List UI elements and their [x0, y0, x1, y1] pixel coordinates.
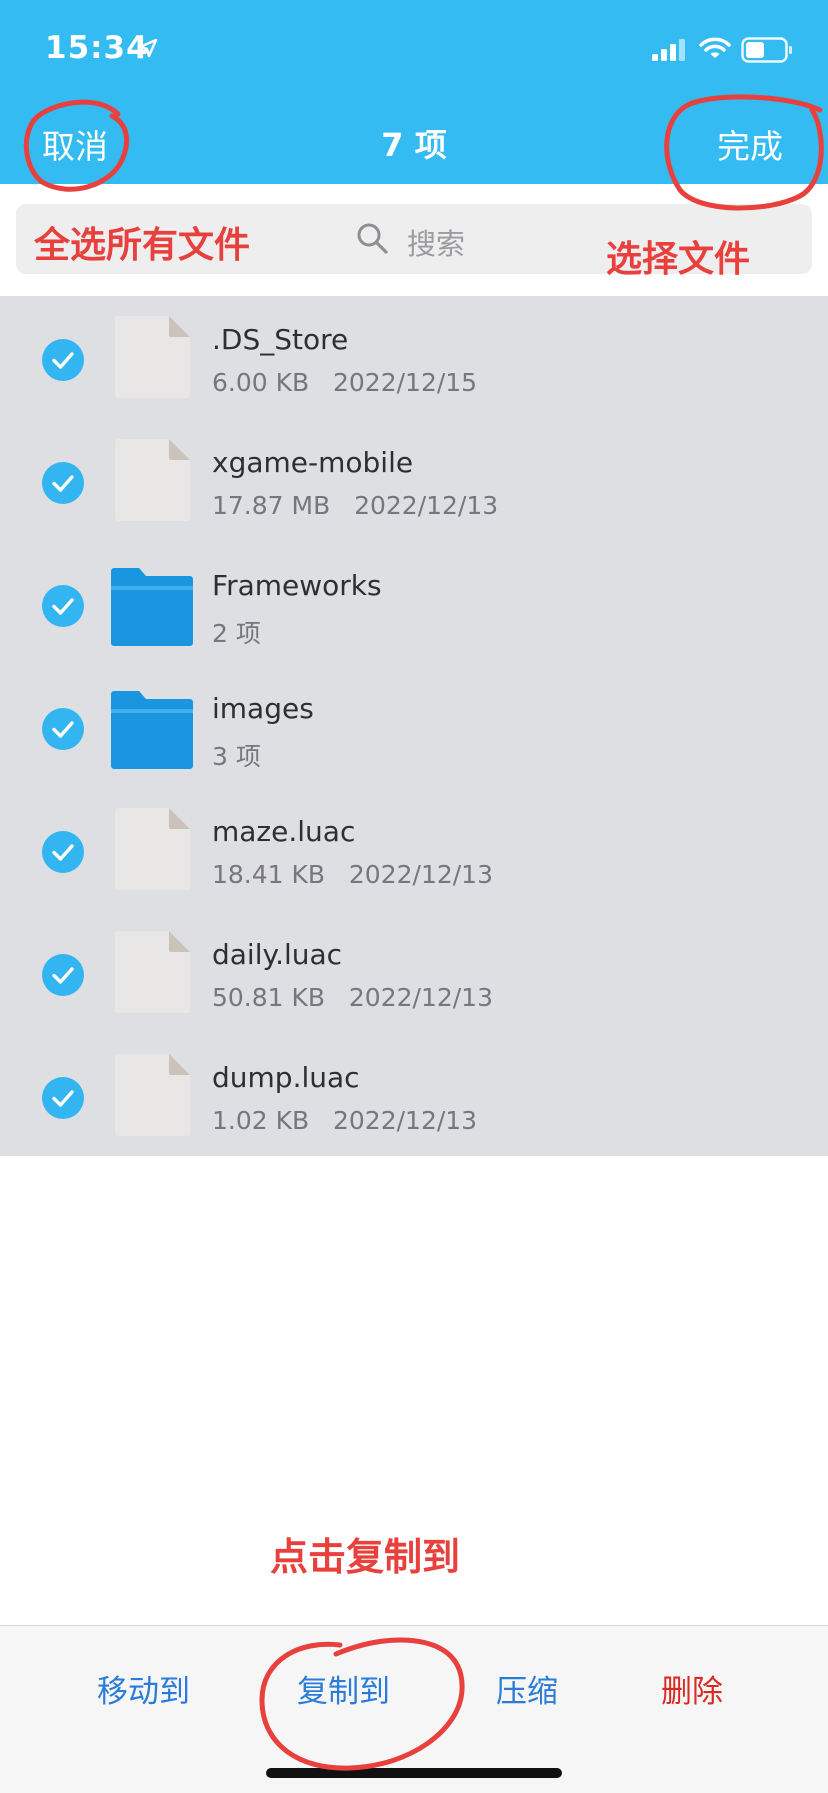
annotation-tap-copy: 点击复制到	[270, 1535, 461, 1579]
file-name: dump.luac	[212, 1061, 360, 1094]
list-item[interactable]: Frameworks 2 项	[0, 542, 828, 665]
document-icon	[115, 931, 190, 1013]
search-icon	[357, 223, 388, 254]
file-size: 6.00 KB	[212, 368, 310, 397]
annotation-select-all: 全选所有文件	[34, 225, 251, 266]
annotation-select-file: 选择文件	[606, 239, 751, 280]
battery-icon	[741, 37, 792, 63]
checkmark-circle-icon[interactable]	[42, 954, 84, 996]
file-date: 2022/12/13	[348, 860, 493, 889]
bottom-toolbar: 移动到 复制到 压缩 删除	[0, 1625, 828, 1793]
file-name: maze.luac	[212, 815, 356, 848]
wifi-icon	[699, 37, 731, 58]
checkmark-circle-icon[interactable]	[42, 708, 84, 750]
document-icon	[115, 439, 190, 521]
file-list: .DS_Store 6.00 KB 2022/12/15 xgame-mobil…	[0, 296, 828, 1156]
copy-to-button[interactable]: 复制到	[297, 1666, 390, 1711]
page-title: 7 项	[381, 126, 447, 164]
folder-name: Frameworks	[212, 569, 382, 602]
folder-name: images	[212, 692, 314, 725]
file-meta: 6.00 KB 2022/12/15	[212, 368, 477, 397]
folder-count: 2 项	[212, 619, 261, 648]
file-meta: 17.87 MB 2022/12/13	[212, 491, 498, 520]
file-size: 18.41 KB	[212, 860, 326, 889]
file-name: xgame-mobile	[212, 446, 414, 479]
file-meta: 1.02 KB 2022/12/13	[212, 1106, 477, 1135]
file-name: .DS_Store	[212, 323, 349, 356]
file-meta: 50.81 KB 2022/12/13	[212, 983, 493, 1012]
checkmark-circle-icon[interactable]	[42, 339, 84, 381]
file-date: 2022/12/15	[333, 368, 478, 397]
file-date: 2022/12/13	[354, 491, 499, 520]
list-item[interactable]: maze.luac 18.41 KB 2022/12/13	[0, 788, 828, 911]
file-date: 2022/12/13	[348, 983, 493, 1012]
list-item[interactable]: daily.luac 50.81 KB 2022/12/13	[0, 911, 828, 1034]
document-icon	[115, 1054, 190, 1136]
status-time: 15:34	[45, 30, 149, 66]
list-item[interactable]: xgame-mobile 17.87 MB 2022/12/13	[0, 419, 828, 542]
done-button[interactable]: 完成	[717, 120, 783, 168]
checkmark-circle-icon[interactable]	[42, 831, 84, 873]
file-size: 17.87 MB	[212, 491, 331, 520]
list-item[interactable]: images 3 项	[0, 665, 828, 788]
delete-button[interactable]: 删除	[661, 1666, 723, 1711]
search-placeholder: 搜索	[407, 227, 466, 261]
document-icon	[115, 808, 190, 890]
file-size: 50.81 KB	[212, 983, 326, 1012]
location-arrow-icon	[138, 38, 158, 58]
file-size: 1.02 KB	[212, 1106, 310, 1135]
list-item[interactable]: .DS_Store 6.00 KB 2022/12/15	[0, 296, 828, 419]
checkmark-circle-icon[interactable]	[42, 585, 84, 627]
file-meta: 18.41 KB 2022/12/13	[212, 860, 493, 889]
checkmark-circle-icon[interactable]	[42, 462, 84, 504]
folder-icon	[111, 691, 193, 769]
folder-icon	[111, 568, 193, 646]
document-icon	[115, 316, 190, 398]
folder-count: 3 项	[212, 742, 261, 771]
cellular-signal-icon	[652, 39, 685, 61]
file-date: 2022/12/13	[333, 1106, 478, 1135]
list-item[interactable]: dump.luac 1.02 KB 2022/12/13	[0, 1034, 828, 1157]
compress-button[interactable]: 压缩	[496, 1666, 558, 1711]
move-to-button[interactable]: 移动到	[97, 1666, 190, 1711]
checkmark-circle-icon[interactable]	[42, 1077, 84, 1119]
file-name: daily.luac	[212, 938, 343, 971]
header-bar: 15:34 取消 7 项 完成	[0, 0, 828, 184]
home-indicator	[266, 1768, 562, 1778]
